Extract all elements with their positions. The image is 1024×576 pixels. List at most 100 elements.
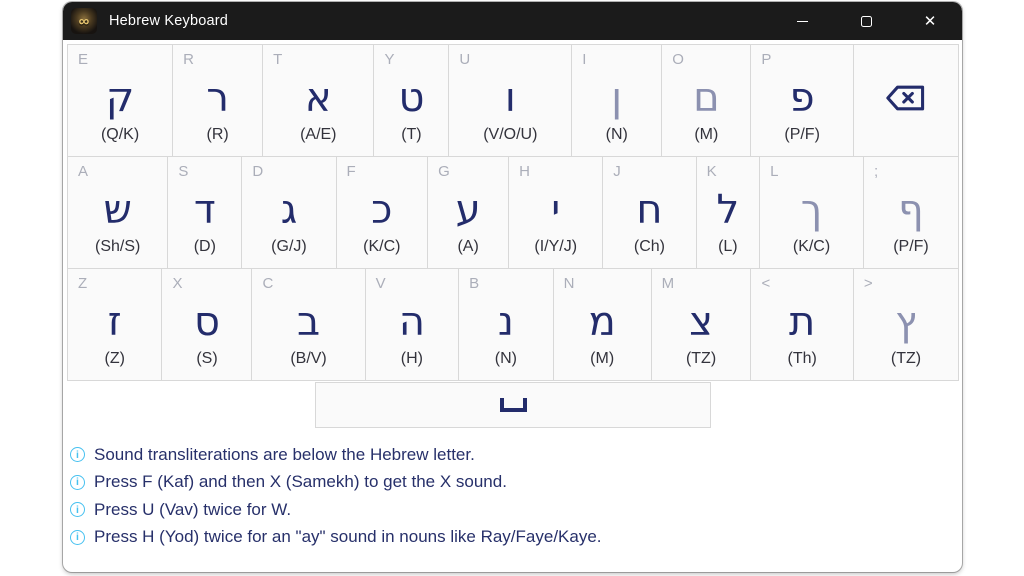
key-I[interactable]: I ן (N) [571,44,663,157]
key-F[interactable]: F כ (K/C) [335,156,429,269]
note-text: Press U (Vav) twice for W. [94,499,292,519]
key-A[interactable]: A ש (Sh/S) [67,156,169,269]
key-corner-label: X [172,275,183,292]
key-transliteration: (D) [193,238,216,255]
hebrew-letter: ז [107,298,122,345]
key-transliteration: (N) [605,126,628,143]
note-line: Press F (Kaf) and then X (Samekh) to get… [70,469,959,497]
key-transliteration: (M) [590,350,615,367]
key-transliteration: (M) [694,126,719,143]
close-button[interactable]: ✕ [898,2,962,40]
hebrew-letter: ל [716,186,740,233]
key-corner-label: H [519,163,530,180]
key-K[interactable]: K ל (L) [695,156,761,269]
key-transliteration: (Th) [787,350,817,367]
hebrew-letter: ע [455,186,481,233]
hebrew-letter: ב [296,298,321,345]
backspace-key[interactable] [852,44,959,157]
key-E[interactable]: E ק (Q/K) [67,44,174,157]
key-corner-label: A [78,163,89,180]
minimize-icon [796,20,808,22]
key-T[interactable]: T א (A/E) [262,44,375,157]
key-corner-label: N [563,275,575,292]
hebrew-letter: י [551,186,561,233]
key-transliteration: (I/Y/J) [534,238,578,255]
key-transliteration: (L) [718,238,738,255]
key-corner-label [864,50,958,69]
note-line: Press U (Vav) twice for W. [70,496,959,524]
key-J[interactable]: J ח (Ch) [602,156,697,269]
app-icon: ∞ [71,8,97,34]
key-corner-label: L [770,163,779,180]
titlebar: ∞ Hebrew Keyboard ✕ [63,2,962,40]
key-Y[interactable]: Y ט (T) [373,44,450,157]
key-transliteration: (G/J) [271,238,307,255]
key-V[interactable]: V ה (H) [364,268,460,381]
key-D[interactable]: D ג (G/J) [241,156,337,269]
hebrew-letter: כ [371,186,393,233]
key->[interactable]: > ץ (TZ) [852,268,960,381]
key-P[interactable]: P פ (P/F) [750,44,854,157]
key-corner-label: C [262,275,274,292]
note-text: Press F (Kaf) and then X (Samekh) to get… [94,472,507,492]
key-corner-label: D [252,163,264,180]
hebrew-letter: ו [504,74,516,121]
key-corner-label: < [761,275,771,292]
keyboard-row-2: A ש (Sh/S) S ד (D) D ג (G/J) F כ (K/C) G ע (A) H י (I/Y/J… [67,156,959,269]
key-transliteration: (TZ) [890,350,922,367]
key-X[interactable]: X ס (S) [161,268,253,381]
keyboard-row-1: E ק (Q/K) R ר (R) T א (A/E) Y ט (T) U ו (V/O/U) I ן (N) O ם… [67,44,959,157]
window-content: E ק (Q/K) R ר (R) T א (A/E) Y ט (T) U ו (V/O/U) I ן (N) O ם… [63,40,962,551]
space-open-box-icon [499,398,527,412]
info-icon [70,474,85,490]
note-line: Press H (Yod) twice for an "ay" sound in… [70,524,959,552]
info-icon [70,447,85,463]
key-corner-label: Y [384,51,395,68]
hebrew-letter: ם [693,74,720,121]
key-G[interactable]: G ע (A) [427,156,510,269]
key-transliteration: (TZ) [685,350,717,367]
hebrew-letter: ר [206,74,229,121]
minimize-button[interactable] [770,2,834,40]
hebrew-letter: צ [689,298,713,345]
hebrew-letter: מ [588,298,616,345]
key-L[interactable]: L ך (K/C) [759,156,864,269]
key-transliteration: (V/O/U) [483,126,538,143]
hebrew-letter: ת [789,298,816,345]
key-M[interactable]: M צ (TZ) [650,268,752,381]
key-Z[interactable]: Z ז (Z) [67,268,163,381]
key-corner-label: S [178,163,189,180]
key-R[interactable]: R ר (R) [172,44,264,157]
key-corner-label: F [346,163,356,180]
key-O[interactable]: O ם (M) [661,44,752,157]
key-N[interactable]: N מ (M) [552,268,652,381]
space-key[interactable] [315,382,711,428]
info-icon [70,502,85,518]
key-transliteration: (Q/K) [100,126,140,143]
key-corner-label: E [78,51,89,68]
key-H[interactable]: H י (I/Y/J) [508,156,604,269]
key-corner-label: I [582,51,587,68]
keyboard-row-3: Z ז (Z) X ס (S) C ב (B/V) V ה (H) B נ (N) N מ (M) M צ (TZ) < ת… [67,268,960,381]
key-;[interactable]: ; ף (P/F) [862,156,959,269]
key-<[interactable]: < ת (Th) [750,268,854,381]
key-transliteration: (Sh/S) [94,238,141,255]
key-transliteration: (A) [457,238,479,255]
key-transliteration: (T) [401,126,422,143]
key-transliteration: (B/V) [290,350,327,367]
hebrew-keyboard: E ק (Q/K) R ר (R) T א (A/E) Y ט (T) U ו (V/O/U) I ן (N) O ם… [67,44,960,381]
hebrew-letter: נ [497,298,514,345]
key-corner-label: B [469,275,480,292]
key-U[interactable]: U ו (V/O/U) [448,44,573,157]
key-B[interactable]: B נ (N) [458,268,554,381]
key-S[interactable]: S ד (D) [167,156,243,269]
key-corner-label: V [375,275,386,292]
app-window: ∞ Hebrew Keyboard ✕ E ק (Q/K) R ר (R) T א (A/E) Y… [63,2,962,572]
key-transliteration: (K/C) [792,238,831,255]
key-corner-label: K [706,163,717,180]
key-C[interactable]: C ב (B/V) [251,268,366,381]
key-transliteration: (S) [196,350,218,367]
maximize-button[interactable] [834,2,898,40]
hebrew-letter: פ [789,74,815,121]
key-corner-label: O [672,51,684,68]
